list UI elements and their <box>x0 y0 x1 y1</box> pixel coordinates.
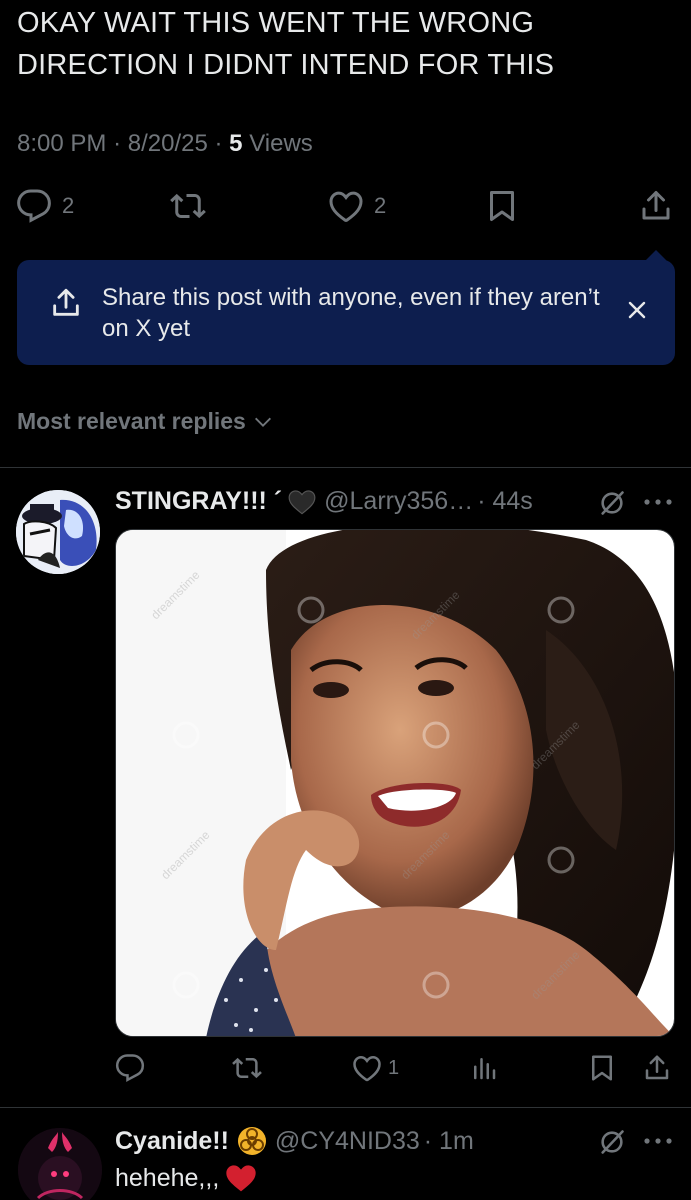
reply-1-share-button[interactable] <box>642 1053 672 1083</box>
chevron-down-icon <box>254 417 271 427</box>
like-icon <box>329 191 363 222</box>
share-tooltip: Share this post with anyone, even if the… <box>17 250 675 365</box>
reply-count: 2 <box>62 193 75 218</box>
repost-button[interactable] <box>170 188 216 224</box>
more-icon[interactable] <box>643 1136 673 1146</box>
grok-icon[interactable] <box>598 1128 626 1156</box>
grok-icon[interactable] <box>598 489 626 517</box>
reply-1-time: · 44s <box>477 487 533 515</box>
post-meta: 8:00 PM · 8/20/25 · 5 Views <box>17 130 313 158</box>
post-text-line-1: OKAY WAIT THIS WENT THE WRONG <box>17 7 535 39</box>
divider <box>0 1107 691 1108</box>
biohazard-badge-icon <box>237 1127 266 1155</box>
meta-separator: · <box>214 130 223 157</box>
reply-icon <box>115 1054 145 1082</box>
bookmark-button[interactable] <box>484 188 520 224</box>
views-count[interactable]: 5 <box>229 130 242 157</box>
reply-1-image[interactable]: dreamstime dreamstime dreamstime dreamst… <box>115 529 675 1037</box>
reply-2-display-name[interactable]: Cyanide!! <box>115 1127 229 1156</box>
bookmark-icon <box>490 191 514 221</box>
reply-2-text: hehehe,,, <box>115 1163 257 1193</box>
reply-2-header: Cyanide!! @CY4NID33 · 1m <box>115 1126 474 1156</box>
post-action-bar: 2 2 <box>0 188 691 228</box>
red-heart-emoji <box>226 1165 256 1192</box>
avatar-illustration <box>18 1128 102 1200</box>
avatar-illustration <box>16 490 100 574</box>
views-label[interactable]: Views <box>249 130 313 157</box>
reply-1-header: STINGRAY!!! ´ @Larry356… · 44s <box>115 487 533 516</box>
divider <box>0 467 691 468</box>
reply-1-handle[interactable]: @Larry356… <box>324 487 473 516</box>
black-heart-emoji <box>288 489 316 514</box>
share-button[interactable] <box>638 188 674 224</box>
share-icon <box>645 1055 669 1080</box>
reply-button[interactable]: 2 <box>16 188 74 224</box>
reply-1-bookmark-button[interactable] <box>587 1053 617 1083</box>
reply-2-time: · 1m <box>423 1126 474 1155</box>
like-count: 2 <box>374 193 387 218</box>
post-text-line-2: DIRECTION I DIDNT INTEND FOR THIS <box>17 49 555 81</box>
meta-separator: · <box>113 130 122 157</box>
like-button[interactable]: 2 <box>328 188 386 224</box>
reply-1-views-button[interactable] <box>469 1053 499 1083</box>
replies-sort-dropdown[interactable]: Most relevant replies <box>17 408 274 435</box>
reply-2-handle[interactable]: @CY4NID33 <box>275 1127 420 1156</box>
reply-2-body: hehehe,,, <box>115 1163 220 1192</box>
bookmark-icon <box>592 1055 612 1081</box>
reply-1-like-count: 1 <box>388 1056 400 1079</box>
tooltip-message: Share this post with anyone, even if the… <box>102 284 600 342</box>
reply-1-action-bar: 1 <box>0 1053 691 1087</box>
post-time: 8:00 PM <box>17 130 107 157</box>
reply-icon <box>17 189 51 223</box>
avatar[interactable] <box>18 1128 102 1200</box>
reply-1-like-button[interactable]: 1 <box>352 1053 399 1083</box>
post-text: OKAY WAIT THIS WENT THE WRONG DIRECTION … <box>17 2 667 86</box>
reply-1-reply-button[interactable] <box>115 1053 145 1083</box>
post-date: 8/20/25 <box>127 130 208 157</box>
repost-icon <box>170 193 206 219</box>
share-icon <box>642 191 670 220</box>
like-icon <box>353 1055 381 1082</box>
share-icon <box>53 288 79 316</box>
replies-sort-label: Most relevant replies <box>17 408 246 434</box>
reply-1-display-name[interactable]: STINGRAY!!! ´ <box>115 487 282 516</box>
repost-icon <box>232 1057 262 1079</box>
views-chart-icon <box>474 1058 496 1080</box>
tooltip-caret <box>645 250 667 261</box>
reply-1-photo: dreamstime dreamstime dreamstime dreamst… <box>116 530 674 1036</box>
close-icon[interactable] <box>625 298 649 322</box>
reply-1-repost-button[interactable] <box>232 1053 262 1083</box>
more-icon[interactable] <box>643 497 673 507</box>
avatar[interactable] <box>16 490 100 574</box>
